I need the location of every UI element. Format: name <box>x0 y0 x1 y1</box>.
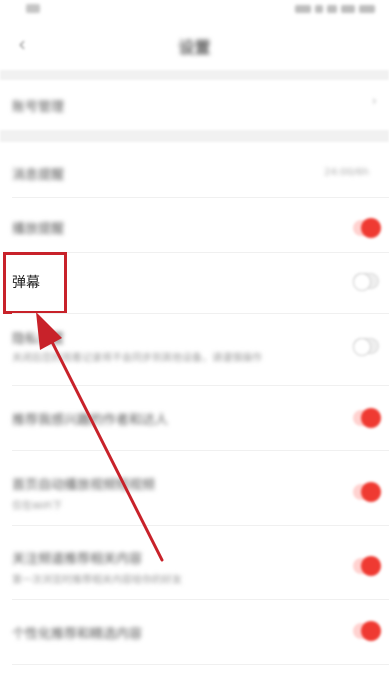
account-management-label: 账号管理 <box>12 100 65 115</box>
nav-bar: ‹ 设置 <box>0 22 389 66</box>
highlight-box <box>3 252 67 314</box>
recommend-follow-toggle[interactable] <box>353 408 381 428</box>
follow-content-toggle[interactable] <box>353 556 381 576</box>
divider <box>12 197 389 198</box>
follow-content-label: 关注频道推荐相关内容 <box>12 552 143 567</box>
recommend-follow-row: 推荐我感兴趣的作者和达人 <box>0 392 389 442</box>
privacy-setting-label: 隐私设置 <box>12 332 65 347</box>
status-bar <box>0 0 389 22</box>
divider <box>12 385 389 386</box>
message-notify-value: 24:00/6h <box>324 167 369 178</box>
message-notify-row[interactable]: 消息提醒 24:00/6h <box>0 148 389 194</box>
privacy-setting-toggle[interactable] <box>353 338 379 356</box>
chevron-right-icon: › <box>371 94 377 109</box>
status-notification-icon <box>26 4 40 13</box>
message-notify-label: 消息提醒 <box>12 168 65 183</box>
divider <box>12 252 389 253</box>
personal-recommend-label: 个性化推荐和精选内容 <box>12 627 143 642</box>
section-gap <box>0 70 389 80</box>
status-icons <box>295 4 375 14</box>
page-title: 设置 <box>178 38 211 57</box>
auto-play-label: 首页自动播放视频短视频 <box>12 478 156 493</box>
divider <box>12 313 389 314</box>
follow-content-row: 关注频道推荐相关内容 第一次浏览时推荐相关内容给你的好友 <box>0 536 389 594</box>
divider <box>12 525 389 526</box>
follow-content-description: 第一次浏览时推荐相关内容给你的好友 <box>12 575 182 586</box>
play-remind-row: 播放提醒 <box>0 202 389 250</box>
privacy-setting-row: 隐私设置 关闭后您的观看记录将不会同步到其他设备，请谨慎操作 <box>0 318 389 378</box>
play-remind-toggle[interactable] <box>353 218 381 238</box>
personal-recommend-row: 个性化推荐和精选内容 <box>0 608 389 656</box>
personal-recommend-toggle[interactable] <box>353 621 381 641</box>
divider <box>12 599 389 600</box>
section-gap <box>0 130 389 142</box>
danmu-toggle[interactable] <box>353 273 379 291</box>
privacy-setting-description: 关闭后您的观看记录将不会同步到其他设备，请谨慎操作 <box>12 353 262 364</box>
divider <box>12 664 389 665</box>
auto-play-description: 仅在WiFi下 <box>12 501 63 512</box>
auto-play-toggle[interactable] <box>353 482 381 502</box>
recommend-follow-label: 推荐我感兴趣的作者和达人 <box>12 413 169 428</box>
play-remind-label: 播放提醒 <box>12 222 65 237</box>
account-management-row[interactable]: 账号管理 › <box>0 80 389 128</box>
auto-play-row: 首页自动播放视频短视频 仅在WiFi下 <box>0 462 389 520</box>
divider <box>12 450 389 451</box>
